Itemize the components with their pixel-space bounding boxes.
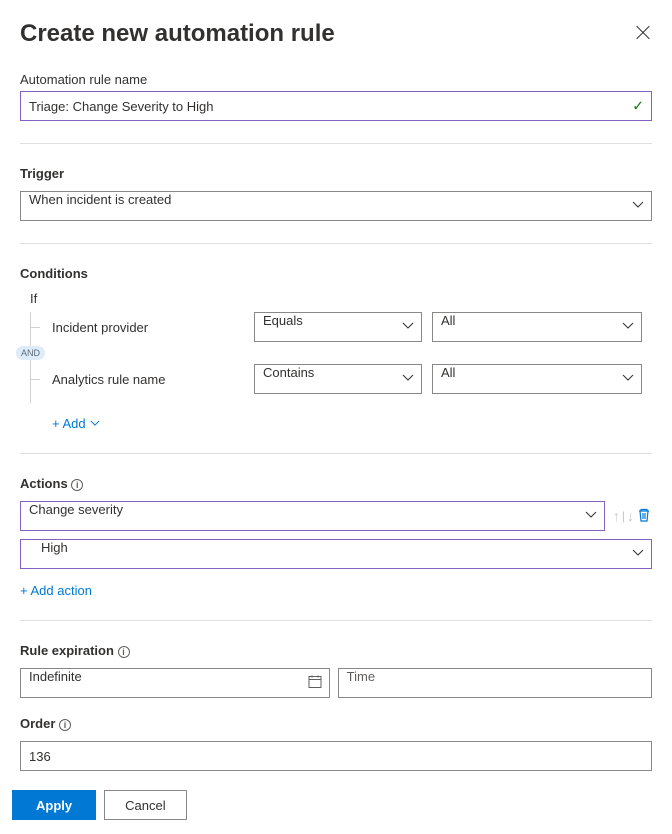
trigger-select[interactable]: When incident is created [20,191,652,221]
move-up-icon: ↑ [613,508,620,524]
info-icon[interactable]: i [59,719,71,731]
rule-name-label: Automation rule name [20,72,652,87]
condition-value-select[interactable]: All [432,312,642,342]
add-action-button[interactable]: + Add action [20,583,92,598]
calendar-icon [308,675,322,692]
actions-label: Actions i [20,476,652,491]
condition-operator-select[interactable]: Contains [254,364,422,394]
trigger-label: Trigger [20,166,652,181]
expiration-date-input[interactable]: Indefinite [20,668,330,698]
divider [20,143,652,144]
separator-icon: | [622,509,625,523]
condition-field-label: Incident provider [32,320,244,335]
action-type-select[interactable]: Change severity [20,501,605,531]
add-condition-button[interactable]: + Add [52,416,100,431]
order-label-text: Order [20,716,55,731]
info-icon[interactable]: i [71,479,83,491]
cancel-button[interactable]: Cancel [104,790,186,820]
order-input[interactable] [20,741,652,771]
apply-button[interactable]: Apply [12,790,96,820]
move-down-icon: ↓ [627,508,634,524]
divider [20,243,652,244]
if-label: If [20,291,652,306]
condition-value-select[interactable]: All [432,364,642,394]
actions-label-text: Actions [20,476,68,491]
expiration-time-input[interactable]: Time [338,668,652,698]
divider [20,620,652,621]
add-condition-label: + Add [52,416,86,431]
page-title: Create new automation rule [20,20,335,48]
conditions-label: Conditions [20,266,652,281]
checkmark-icon: ✓ [632,98,644,115]
close-icon[interactable] [634,24,652,42]
rule-name-input[interactable] [20,91,652,121]
divider [20,453,652,454]
expiration-label-text: Rule expiration [20,643,114,658]
info-icon[interactable]: i [118,646,130,658]
delete-action-icon[interactable] [636,507,652,526]
condition-operator-select[interactable]: Equals [254,312,422,342]
expiration-label: Rule expiration i [20,643,652,658]
and-badge: AND [16,346,45,360]
severity-select[interactable]: High [20,539,652,569]
chevron-down-icon [90,416,100,431]
condition-field-label: Analytics rule name [32,372,244,387]
order-label: Order i [20,716,652,731]
